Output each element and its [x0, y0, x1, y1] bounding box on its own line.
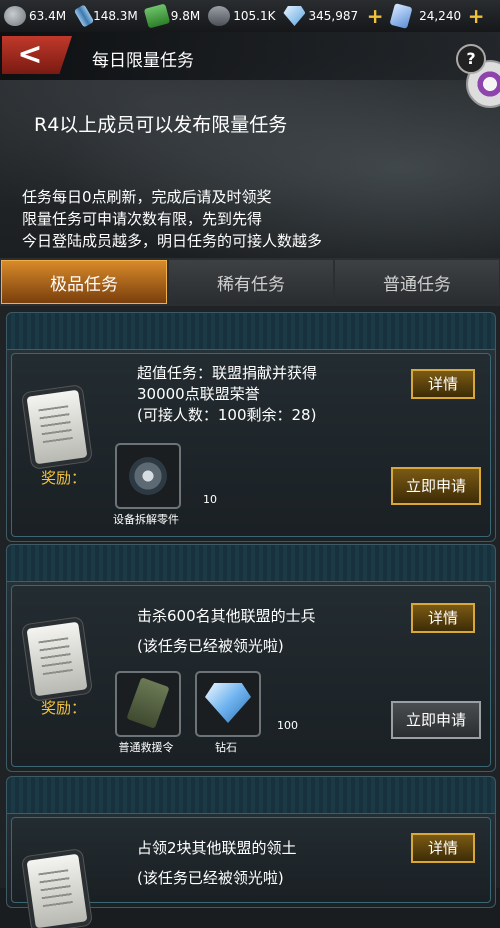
reward-name: 设备拆解零件 [113, 513, 179, 526]
card-icon [389, 3, 413, 29]
reward-label: 奖励： [41, 469, 87, 487]
detail-button[interactable]: 详情 [411, 833, 475, 863]
task-card: 占领2块其他联盟的领土 (该任务已经被领光啦) 详情 [6, 776, 496, 928]
oil-icon [208, 6, 231, 26]
page-title: 每日限量任务 [92, 51, 194, 71]
reward-name: 普通救援令 [118, 741, 174, 754]
radio-icon [126, 677, 170, 729]
reward-quantity: 10 [203, 493, 217, 506]
rule-line: 今日登陆成员越多，明日任务的可接人数越多 [22, 232, 323, 250]
cylinder-icon [73, 4, 95, 28]
cash-icon [143, 3, 171, 29]
tab-rare[interactable]: 稀有任务 [169, 260, 333, 304]
part-icon [129, 457, 167, 495]
apply-button[interactable]: 立即申请 [391, 467, 481, 505]
resource-value: 148.3M [93, 9, 138, 23]
resource-value: 63.4M [29, 9, 67, 23]
help-button[interactable]: ? [456, 44, 486, 74]
back-arrow-icon: < [17, 37, 43, 72]
add-diamond-button[interactable]: + [366, 6, 384, 26]
stone-icon [4, 6, 26, 26]
reward-item[interactable] [115, 671, 181, 737]
task-title: 超值任务：联盟捐献并获得 30000点联盟荣誉 (可接人数：100剩余：28) [137, 364, 318, 424]
reward-quantity: 100 [277, 719, 298, 732]
detail-button[interactable]: 详情 [411, 603, 475, 633]
rules-text: 任务每日0点刷新，完成后请及时领奖 限量任务可申请次数有限，先到先得 今日登陆成… [22, 186, 322, 252]
card-header [7, 777, 495, 814]
diamond-icon [283, 6, 306, 26]
card-header [7, 545, 495, 582]
task-tabs: 极品任务 稀有任务 普通任务 [0, 258, 500, 306]
title-bar [0, 32, 500, 80]
resource-value: 105.1K [233, 9, 276, 23]
diamond-icon [205, 683, 251, 723]
reward-item[interactable] [115, 443, 181, 509]
resource-diamond: 345,987 [283, 6, 358, 26]
resource-oil: 105.1K [208, 6, 275, 26]
scroll-icon [26, 389, 88, 465]
resource-cylinder: 148.3M [73, 4, 138, 28]
task-list[interactable]: 超值任务：联盟捐献并获得 30000点联盟荣誉 (可接人数：100剩余：28) … [0, 306, 500, 928]
resource-value: 345,987 [308, 9, 359, 23]
task-title: 击杀600名其他联盟的士兵 (该任务已经被领光啦) [137, 607, 316, 655]
resource-bar: 63.4M 148.3M 9.8M 105.1K 345,987 + 24,24… [0, 0, 500, 33]
scroll-icon [26, 853, 88, 928]
resource-stone: 63.4M [4, 6, 66, 26]
card-header [7, 313, 495, 350]
add-card-button[interactable]: + [467, 6, 485, 26]
resource-cash: 9.8M [143, 3, 201, 29]
tab-premium[interactable]: 极品任务 [1, 260, 167, 304]
reward-item[interactable] [195, 671, 261, 737]
reward-label: 奖励： [41, 699, 87, 717]
resource-card: 24,240 [389, 3, 462, 29]
rule-line: 任务每日0点刷新，完成后请及时领奖 [22, 188, 272, 206]
notice-text: R4以上成员可以发布限量任务 [34, 114, 288, 136]
task-title: 占领2块其他联盟的领土 (该任务已经被领光啦) [137, 839, 297, 887]
resource-value: 24,240 [419, 9, 462, 23]
reward-name: 钻石 [215, 741, 237, 754]
rule-line: 限量任务可申请次数有限，先到先得 [22, 210, 263, 228]
scroll-icon [26, 621, 88, 697]
task-card: 超值任务：联盟捐献并获得 30000点联盟荣誉 (可接人数：100剩余：28) … [6, 312, 496, 542]
tab-normal[interactable]: 普通任务 [335, 260, 499, 304]
apply-button[interactable]: 立即申请 [391, 701, 481, 739]
resource-value: 9.8M [170, 9, 201, 23]
task-card: 击杀600名其他联盟的士兵 (该任务已经被领光啦) 详情 奖励： 普通救援令 1… [6, 544, 496, 772]
detail-button[interactable]: 详情 [411, 369, 475, 399]
